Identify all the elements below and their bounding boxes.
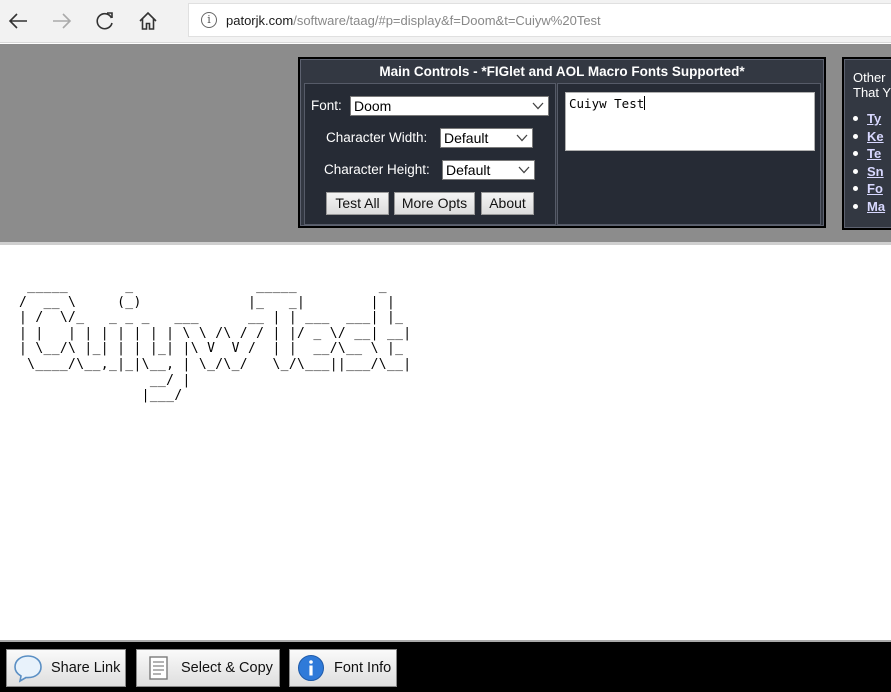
side-link-6[interactable]: Ma [867,198,885,216]
document-icon [143,653,173,683]
width-select[interactable]: Default [440,128,533,148]
more-opts-button[interactable]: More Opts [394,192,475,215]
main-controls-panel: Main Controls - *FIGlet and AOL Macro Fo… [298,57,826,228]
list-item: Fo [853,180,891,198]
forward-icon[interactable] [49,8,75,34]
bullet-icon [853,133,858,139]
text-caret [644,96,646,110]
bullet-icon [853,186,858,192]
home-icon[interactable] [135,8,161,34]
test-all-button[interactable]: Test All [326,192,389,215]
speech-bubble-icon [13,653,43,683]
width-label: Character Width: [326,130,428,145]
panel-title: Main Controls - *FIGlet and AOL Macro Fo… [379,64,745,79]
select-copy-button[interactable]: Select & Copy [136,649,280,687]
info-icon[interactable]: i [201,12,217,28]
browser-toolbar: i patorjk.com /software/taag/#p=display&… [0,0,891,43]
side-heading-line1: Other [853,70,886,85]
bullet-icon [853,151,858,157]
font-info-label: Font Info [334,660,392,676]
bullet-icon [853,168,858,174]
side-link-1[interactable]: Ty [867,110,881,128]
info-circle-icon [296,653,326,683]
chevron-down-icon [516,134,528,142]
font-info-button[interactable]: Font Info [289,649,397,687]
chevron-down-icon [518,166,530,174]
font-select-value: Doom [354,98,392,114]
about-button[interactable]: About [481,192,534,215]
list-item: Sn [853,163,891,181]
side-link-3[interactable]: Te [867,145,881,163]
bullet-icon [853,116,858,122]
share-link-button[interactable]: Share Link [6,649,126,687]
side-link-2[interactable]: Ke [867,128,884,146]
list-item: Ma [853,198,891,216]
height-select[interactable]: Default [442,160,535,180]
url-path: /software/taag/#p=display&f=Doom&t=Cuiyw… [293,12,601,28]
header-divider [0,242,891,245]
text-input-value: Cuiyw Test [569,96,645,111]
bullet-icon [853,203,858,209]
height-select-value: Default [446,162,491,178]
side-link-list: Ty Ke Te Sn Fo Ma [853,110,891,215]
font-select[interactable]: Doom [350,96,549,116]
chevron-down-icon [532,102,544,110]
height-label: Character Height: [324,162,430,177]
bottom-toolbar: Share Link Select & Copy Font Info [0,640,891,692]
width-select-value: Default [444,130,489,146]
back-icon[interactable] [5,8,31,34]
select-copy-label: Select & Copy [181,660,273,676]
address-bar[interactable]: i patorjk.com /software/taag/#p=display&… [188,3,891,37]
ascii-art-output[interactable]: _____ _ _____ _ / __ \ (_) |_ _| | | | /… [19,279,411,404]
other-links-panel: Other That Y Ty Ke Te Sn Fo Ma [842,57,891,230]
text-input[interactable]: Cuiyw Test [565,92,815,151]
refresh-icon[interactable] [92,8,118,34]
side-link-4[interactable]: Sn [867,163,884,181]
side-link-5[interactable]: Fo [867,180,883,198]
list-item: Ty [853,110,891,128]
share-link-label: Share Link [51,660,121,676]
side-heading-line2: That Y [853,85,891,100]
font-label: Font: [311,98,342,113]
list-item: Te [853,145,891,163]
url-host: patorjk.com [226,12,294,28]
list-item: Ke [853,128,891,146]
